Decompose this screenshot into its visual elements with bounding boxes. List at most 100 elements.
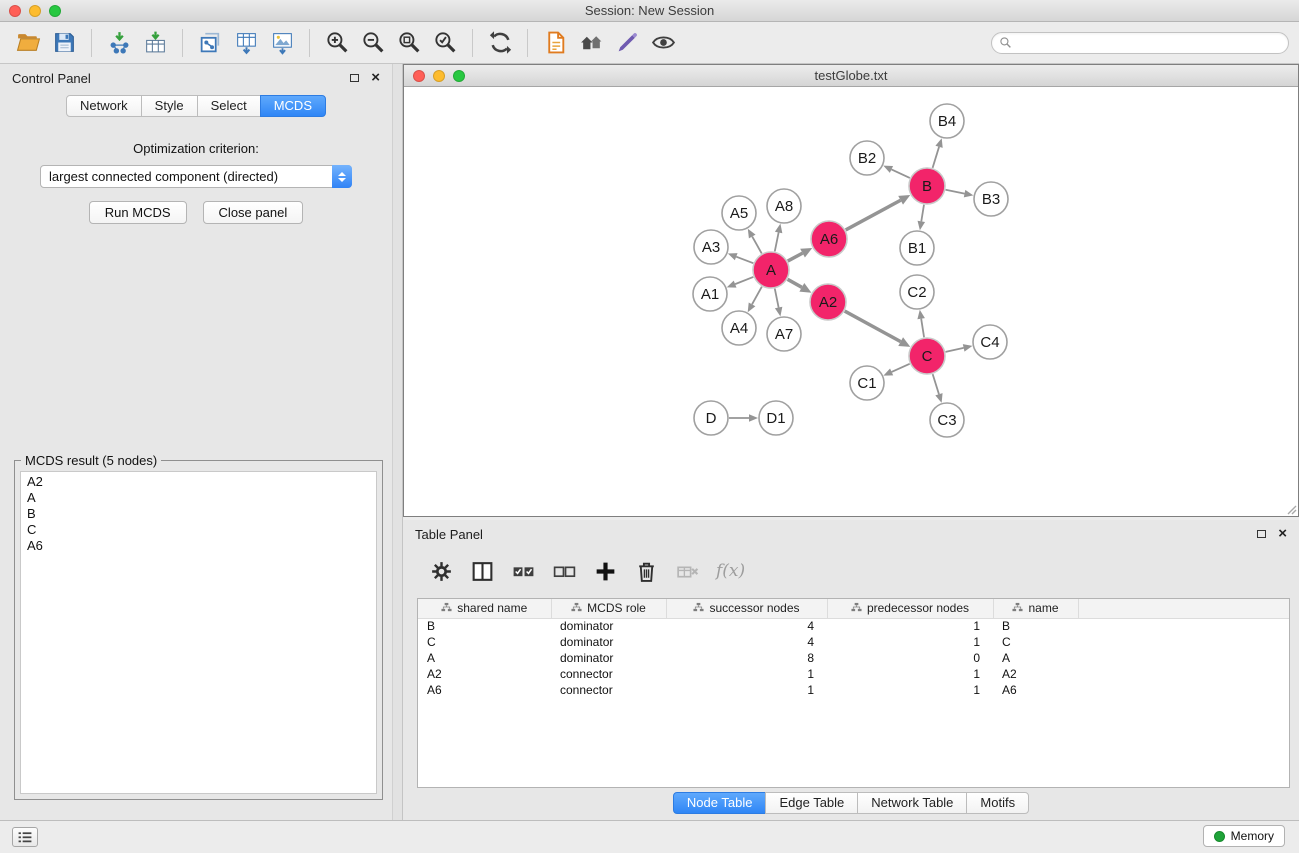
export-image-button[interactable]: [264, 26, 300, 60]
graph-node-B[interactable]: B: [909, 168, 945, 204]
tab-edge-table[interactable]: Edge Table: [765, 792, 858, 814]
graph-node-A4[interactable]: A4: [722, 311, 756, 345]
table-row[interactable]: Cdominator41C: [418, 634, 1289, 650]
zoom-selected-button[interactable]: [427, 26, 463, 60]
graph-edge-C-C4[interactable]: [946, 348, 964, 352]
table-row[interactable]: Bdominator41B: [418, 618, 1289, 634]
graph-node-C1[interactable]: C1: [850, 366, 884, 400]
tab-select[interactable]: Select: [197, 95, 261, 117]
close-window-button[interactable]: [9, 5, 21, 17]
graph-edge-A2-C[interactable]: [845, 311, 901, 342]
graph-node-B4[interactable]: B4: [930, 104, 964, 138]
tab-node-table[interactable]: Node Table: [673, 792, 767, 814]
graph-edge-B-B4[interactable]: [933, 147, 939, 168]
close-panel-icon[interactable]: ×: [371, 73, 380, 83]
zoom-window-button[interactable]: [49, 5, 61, 17]
graph-edge-A-A6[interactable]: [788, 253, 803, 261]
graphics-details-button[interactable]: [645, 26, 681, 60]
graph-node-A[interactable]: A: [753, 252, 789, 288]
export-table-button[interactable]: [228, 26, 264, 60]
paint-style-button[interactable]: [609, 26, 645, 60]
graph-node-C4[interactable]: C4: [973, 325, 1007, 359]
graph-edge-A-A5[interactable]: [752, 237, 761, 254]
column-header-predecessor-nodes[interactable]: predecessor nodes: [827, 599, 993, 618]
graph-node-A7[interactable]: A7: [767, 317, 801, 351]
graph-node-A2[interactable]: A2: [810, 284, 846, 320]
function-builder-button[interactable]: f(x): [716, 561, 745, 581]
float-panel-icon[interactable]: [350, 74, 359, 82]
zoom-out-button[interactable]: [355, 26, 391, 60]
minimize-network-window-button[interactable]: [433, 70, 445, 82]
task-history-button[interactable]: [12, 827, 38, 847]
graph-edge-B-B2[interactable]: [891, 169, 909, 178]
column-header-name[interactable]: name: [993, 599, 1078, 618]
graph-edge-A-A8[interactable]: [775, 232, 779, 251]
vertical-splitter[interactable]: [392, 64, 403, 820]
show-columns-button[interactable]: [464, 554, 501, 588]
home-button[interactable]: [573, 26, 609, 60]
tab-network-table[interactable]: Network Table: [857, 792, 967, 814]
tab-network[interactable]: Network: [66, 95, 142, 117]
column-header-MCDS-role[interactable]: MCDS role: [551, 599, 666, 618]
zoom-network-window-button[interactable]: [453, 70, 465, 82]
graph-node-A3[interactable]: A3: [694, 230, 728, 264]
tab-style[interactable]: Style: [141, 95, 198, 117]
graph-edge-A-A4[interactable]: [752, 287, 762, 305]
first-neighbors-button[interactable]: [537, 26, 573, 60]
import-network-button[interactable]: [101, 26, 137, 60]
graph-node-C3[interactable]: C3: [930, 403, 964, 437]
memory-status-button[interactable]: Memory: [1203, 825, 1285, 847]
run-mcds-button[interactable]: Run MCDS: [89, 201, 187, 224]
table-row[interactable]: Adominator80A: [418, 650, 1289, 666]
graph-edge-A-A2[interactable]: [788, 279, 802, 287]
graph-edge-A-A1[interactable]: [735, 277, 753, 284]
search-box[interactable]: [991, 32, 1289, 54]
select-all-button[interactable]: [505, 554, 542, 588]
graph-node-B2[interactable]: B2: [850, 141, 884, 175]
delete-table-button[interactable]: [669, 554, 706, 588]
mcds-result-item[interactable]: A6: [27, 538, 370, 554]
mcds-result-list[interactable]: A2ABCA6: [20, 471, 377, 794]
close-network-window-button[interactable]: [413, 70, 425, 82]
save-session-button[interactable]: [46, 26, 82, 60]
clone-network-button[interactable]: [192, 26, 228, 60]
graph-node-A1[interactable]: A1: [693, 277, 727, 311]
graph-node-D[interactable]: D: [694, 401, 728, 435]
graph-node-B3[interactable]: B3: [974, 182, 1008, 216]
graph-edge-B-B1[interactable]: [921, 205, 924, 222]
graph-edge-A-A3[interactable]: [736, 257, 753, 264]
mcds-result-item[interactable]: A: [27, 490, 370, 506]
mcds-result-item[interactable]: C: [27, 522, 370, 538]
minimize-window-button[interactable]: [29, 5, 41, 17]
table-row[interactable]: A2connector11A2: [418, 666, 1289, 682]
open-file-button[interactable]: [10, 26, 46, 60]
resize-grip-icon[interactable]: [1285, 503, 1297, 515]
graph-node-A5[interactable]: A5: [722, 196, 756, 230]
table-mode-button[interactable]: [423, 554, 460, 588]
graph-node-A6[interactable]: A6: [811, 221, 847, 257]
delete-column-button[interactable]: [628, 554, 665, 588]
graph-node-C[interactable]: C: [909, 338, 945, 374]
graph-node-B1[interactable]: B1: [900, 231, 934, 265]
column-header-successor-nodes[interactable]: successor nodes: [666, 599, 827, 618]
graph-edge-C-C3[interactable]: [933, 374, 939, 394]
add-column-button[interactable]: [587, 554, 624, 588]
deselect-all-button[interactable]: [546, 554, 583, 588]
zoom-fit-button[interactable]: [391, 26, 427, 60]
float-table-panel-icon[interactable]: [1257, 530, 1266, 538]
column-header-shared-name[interactable]: shared name: [418, 599, 551, 618]
tab-motifs[interactable]: Motifs: [966, 792, 1029, 814]
table-row[interactable]: A6connector11A6: [418, 682, 1289, 698]
mcds-result-item[interactable]: A2: [27, 474, 370, 490]
graph-node-A8[interactable]: A8: [767, 189, 801, 223]
network-canvas[interactable]: B4 B2 B B3 A5 A8 A6 A3 B1 A C2 A1 A2 A4 A7 C4 C C1 C3 D D1: [404, 87, 1298, 516]
graph-node-D1[interactable]: D1: [759, 401, 793, 435]
zoom-in-button[interactable]: [319, 26, 355, 60]
graph-edge-C-C1[interactable]: [892, 364, 910, 372]
graph-node-C2[interactable]: C2: [900, 275, 934, 309]
search-input[interactable]: [1017, 36, 1281, 50]
graph-edge-C-C2[interactable]: [921, 319, 924, 338]
import-table-button[interactable]: [137, 26, 173, 60]
mcds-result-item[interactable]: B: [27, 506, 370, 522]
graph-edge-A6-B[interactable]: [846, 200, 901, 230]
